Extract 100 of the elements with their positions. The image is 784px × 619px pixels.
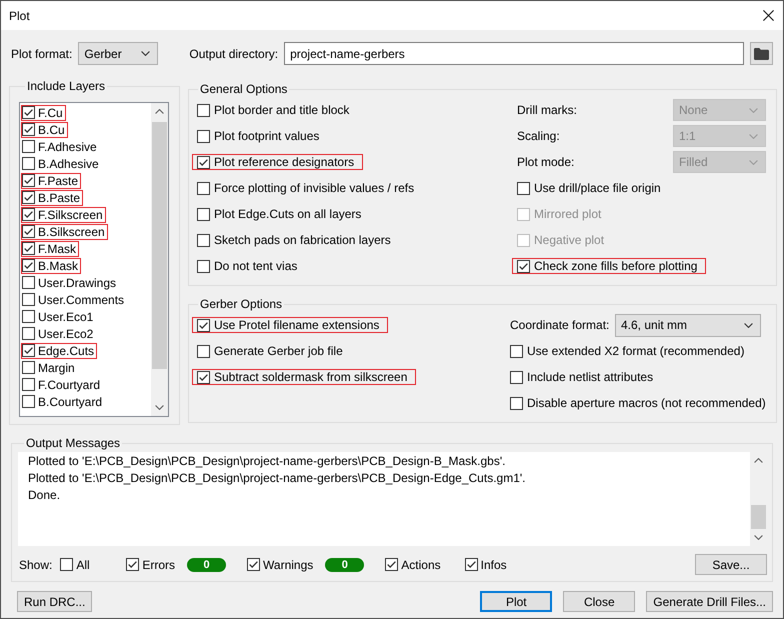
checkbox[interactable] [22, 327, 35, 340]
checkbox[interactable] [22, 344, 35, 357]
checkbox-label: Use drill/place file origin [534, 181, 661, 195]
checkbox[interactable] [22, 191, 35, 204]
checkbox-label: F.Paste [38, 174, 78, 188]
checkbox[interactable] [510, 370, 523, 384]
checkbox-label: Warnings [263, 558, 314, 572]
checkbox-label: Include netlist attributes [527, 370, 654, 384]
checkbox[interactable] [22, 157, 35, 170]
checkbox[interactable] [60, 558, 74, 571]
checkbox-label: Edge.Cuts [38, 344, 94, 358]
checkbox-label: Do not tent vias [214, 259, 298, 273]
scrollbar-thumb[interactable] [751, 505, 766, 529]
chevron-up-icon[interactable] [754, 458, 763, 463]
checkbox-label: Plot Edge.Cuts on all layers [214, 207, 362, 221]
checkbox-label: F.Adhesive [38, 140, 97, 154]
checkbox-label: Plot reference designators [214, 155, 354, 169]
checkbox[interactable] [197, 104, 210, 116]
checkbox[interactable] [22, 293, 35, 306]
checkbox-label: B.Cu [38, 122, 65, 136]
chevron-down-icon[interactable] [155, 405, 164, 410]
chevron-up-icon[interactable] [155, 109, 164, 114]
checkbox-label: Use extended X2 format (recommended) [527, 344, 744, 358]
checkbox-label: Subtract soldermask from silkscreen [214, 370, 408, 384]
checkbox[interactable] [197, 208, 210, 220]
chevron-down-icon[interactable] [754, 535, 763, 540]
checkbox[interactable] [197, 234, 210, 246]
dropdown[interactable]: 4.6, unit mm [615, 314, 761, 336]
checkbox-label: All [76, 558, 90, 572]
chevron-down-icon[interactable] [744, 322, 753, 328]
checkbox-label: Sketch pads on fabrication layers [214, 233, 391, 247]
checkbox-label: F.Cu [38, 106, 63, 120]
close-icon[interactable] [763, 10, 774, 21]
save-button[interactable]: Save... [695, 554, 767, 575]
checkbox[interactable] [22, 208, 35, 221]
group-title: General Options [199, 82, 288, 96]
checkbox[interactable] [385, 558, 398, 571]
checkbox-label: F.Mask [38, 242, 76, 256]
checkbox-label: B.Mask [38, 258, 78, 272]
checkbox-label: User.Comments [38, 292, 124, 306]
show-label: Show: [19, 558, 52, 572]
checkbox[interactable] [464, 558, 478, 571]
checkbox[interactable] [197, 370, 210, 384]
checkbox-label: Check zone fills before plotting [534, 259, 698, 273]
field-label: Scaling: [517, 129, 561, 143]
checkbox[interactable] [197, 130, 210, 142]
scrollbar-thumb[interactable] [152, 122, 167, 369]
checkbox[interactable] [22, 174, 35, 187]
checkbox-label: F.Silkscreen [38, 208, 103, 222]
checkbox[interactable] [22, 242, 35, 255]
checkbox[interactable] [22, 140, 35, 153]
group-title: Include Layers [26, 79, 106, 93]
checkbox[interactable] [247, 558, 260, 571]
checkbox-label: User.Drawings [38, 276, 116, 290]
log-line: Done. [28, 487, 62, 504]
plot-format-dropdown[interactable]: Gerber [78, 42, 158, 65]
output-directory-field[interactable]: project-name-gerbers [284, 42, 744, 65]
checkbox-label: Negative plot [534, 233, 604, 247]
checkbox-label: B.Courtyard [38, 394, 102, 408]
checkbox[interactable] [22, 106, 35, 119]
checkbox[interactable] [22, 361, 35, 374]
checkbox[interactable] [22, 123, 35, 136]
checkbox[interactable] [197, 182, 210, 194]
window-title: Plot [9, 8, 30, 22]
checkbox[interactable] [517, 182, 530, 194]
checkbox-label: B.Paste [38, 190, 80, 204]
generate-drill-files-button[interactable]: Generate Drill Files... [646, 591, 773, 612]
checkbox-label: Mirrored plot [534, 207, 602, 221]
scrollbar[interactable] [151, 103, 168, 416]
field-label: Output directory: [189, 46, 278, 60]
checkbox-label: B.Adhesive [38, 156, 99, 170]
field-label: Drill marks: [517, 103, 578, 117]
checkbox-label: Plot border and title block [214, 103, 350, 117]
checkbox[interactable] [22, 225, 35, 238]
checkbox[interactable] [197, 344, 210, 358]
checkbox[interactable] [126, 558, 140, 571]
count-badge: 0 [187, 558, 226, 572]
checkbox[interactable] [517, 260, 530, 272]
chevron-down-icon[interactable] [141, 51, 150, 56]
checkbox-label: Generate Gerber job file [214, 344, 343, 358]
run-drc-button[interactable]: Run DRC... [17, 591, 92, 612]
checkbox[interactable] [510, 344, 523, 358]
checkbox[interactable] [197, 260, 210, 272]
field-label: Plot mode: [517, 155, 576, 169]
checkbox-label: Errors [142, 558, 176, 572]
checkbox[interactable] [22, 259, 35, 272]
plot-button[interactable]: Plot [480, 591, 552, 612]
checkbox[interactable] [22, 310, 35, 323]
checkbox[interactable] [197, 318, 210, 332]
checkbox[interactable] [22, 378, 35, 391]
close-button[interactable]: Close [563, 591, 636, 612]
checkbox[interactable] [22, 276, 35, 289]
browse-folder-button[interactable] [750, 42, 773, 65]
checkbox-label: Use Protel filename extensions [214, 318, 380, 332]
group-title: Gerber Options [199, 297, 284, 311]
field-label: Coordinate format: [510, 318, 610, 332]
checkbox[interactable] [510, 396, 523, 410]
checkbox[interactable] [197, 156, 210, 168]
checkbox-label: Plot footprint values [214, 129, 320, 143]
checkbox[interactable] [22, 395, 35, 408]
